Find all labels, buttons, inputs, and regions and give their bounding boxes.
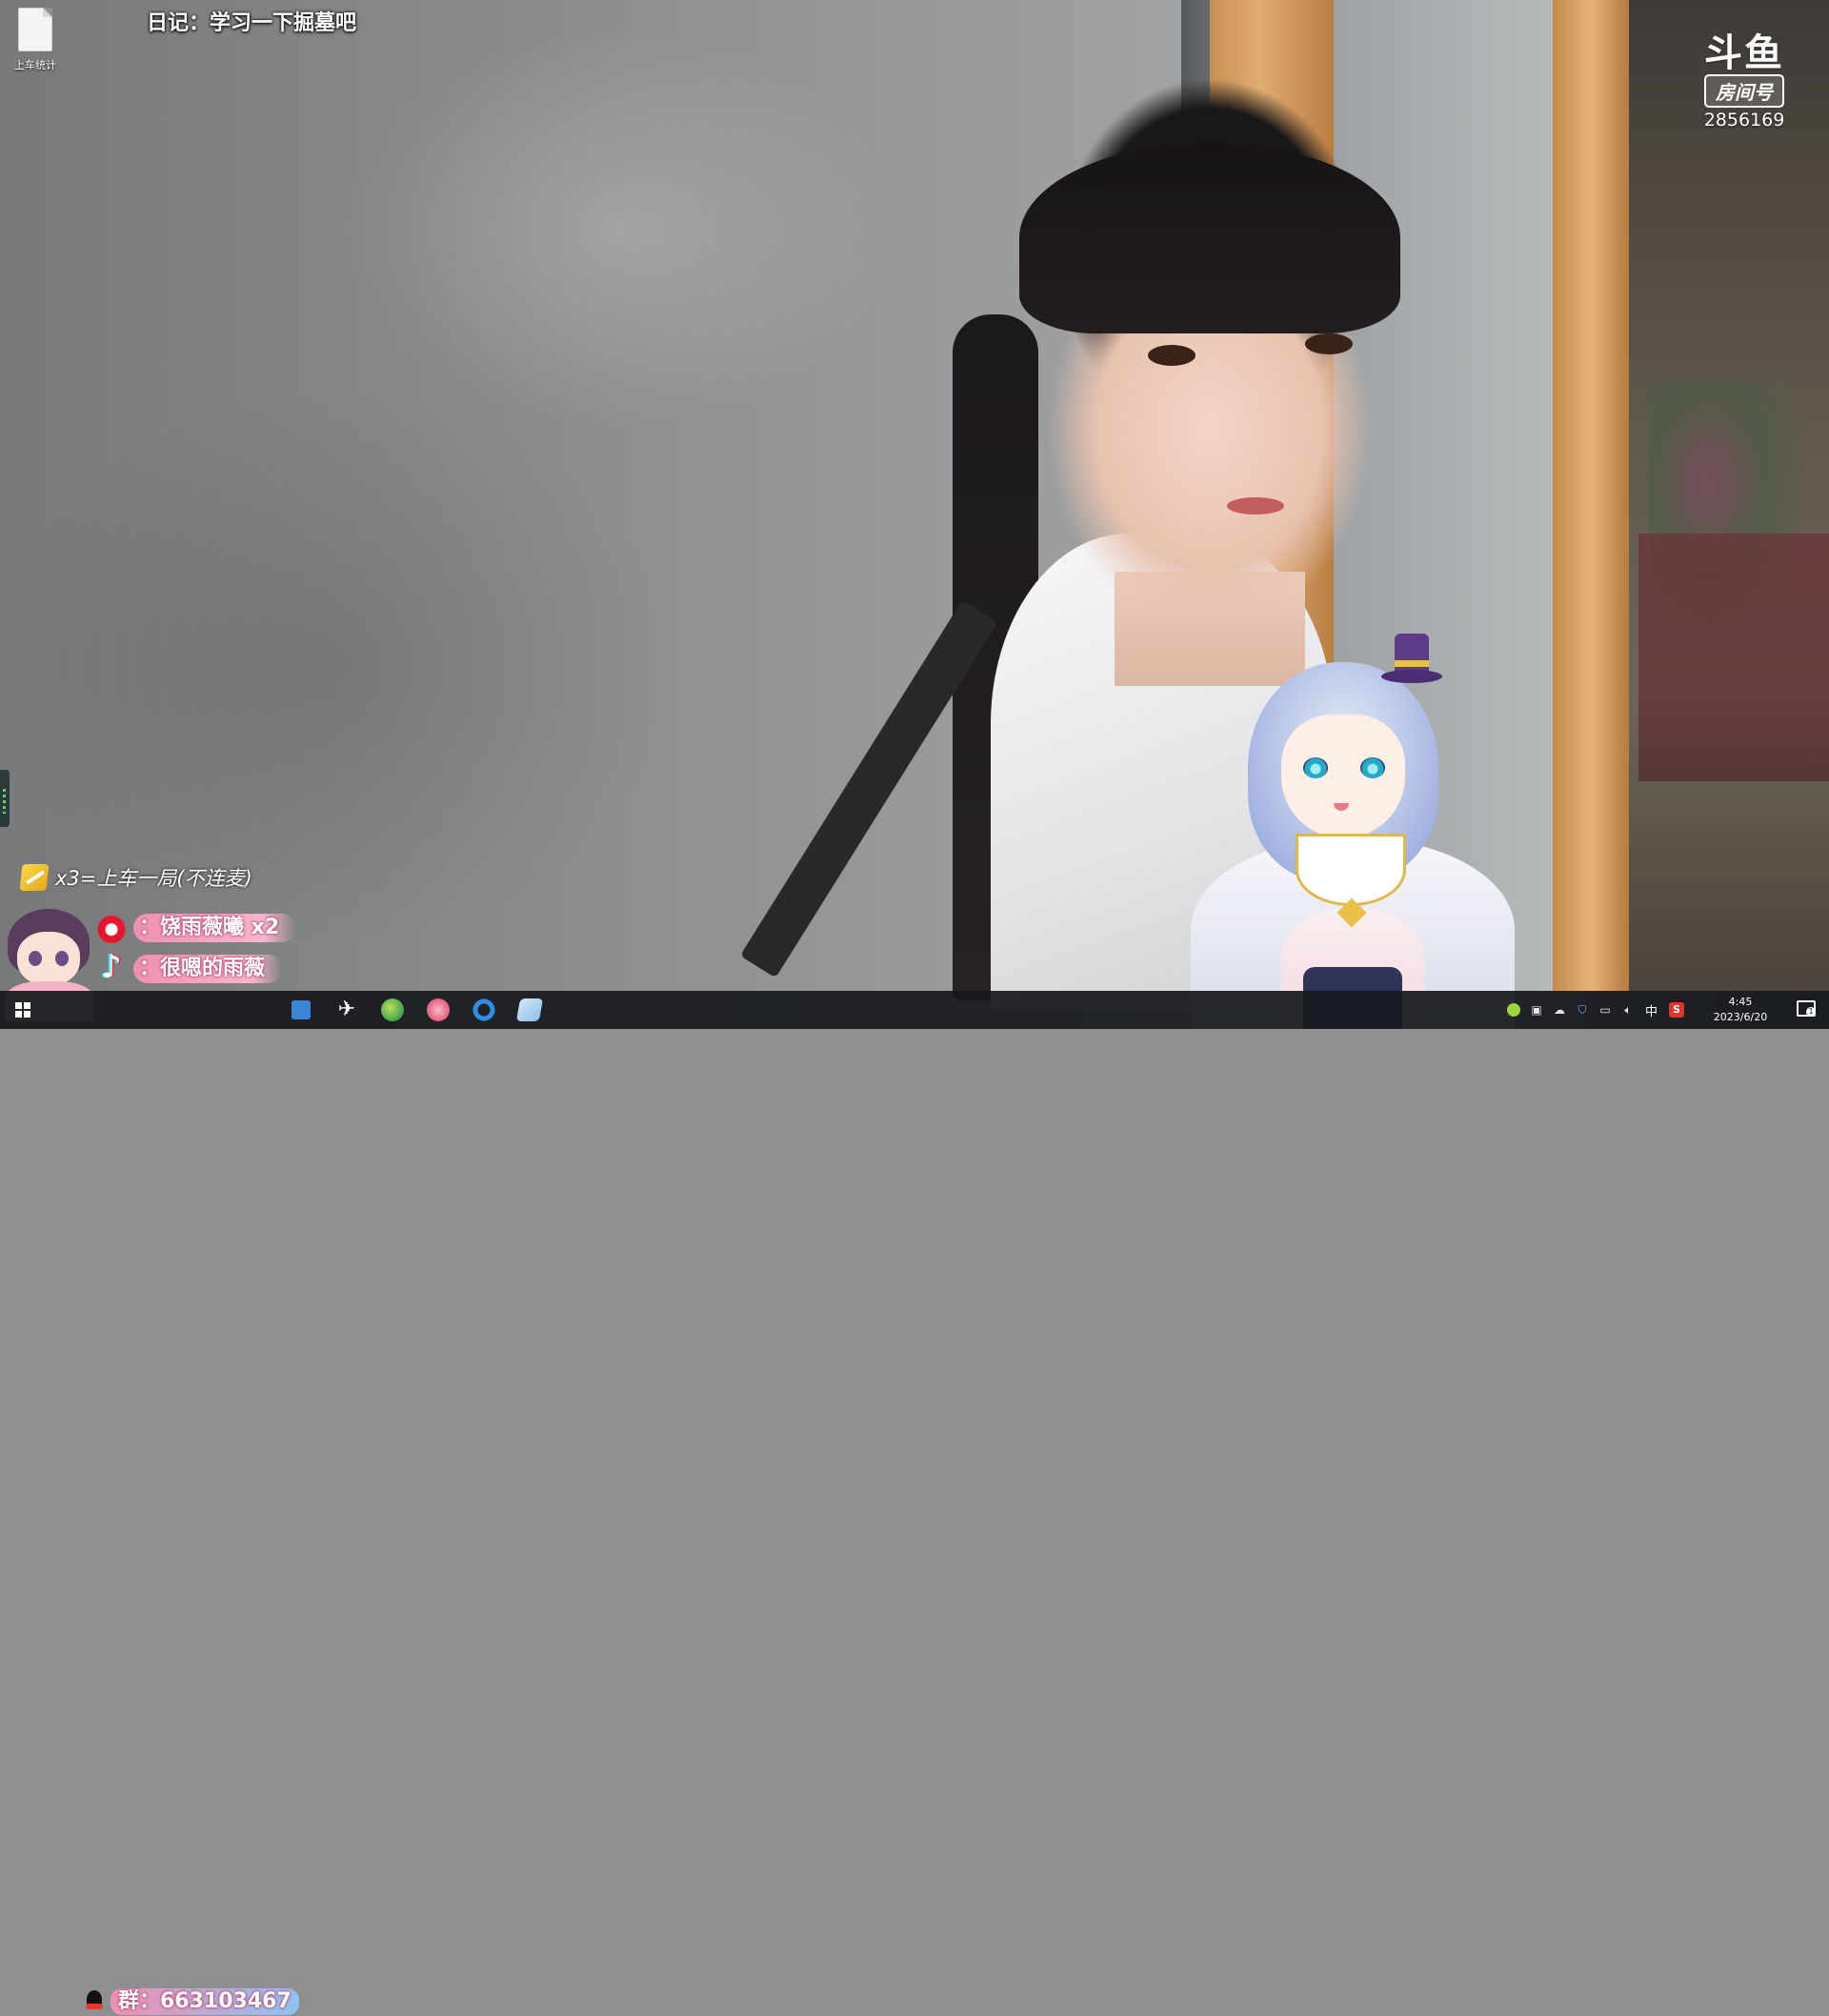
left-eye bbox=[1148, 345, 1196, 366]
desktop-icon-label: 上车统计 bbox=[14, 59, 56, 71]
weibo-icon bbox=[95, 913, 128, 943]
edge-volume-widget[interactable] bbox=[0, 770, 10, 827]
input-method-indicator[interactable]: 中 bbox=[1645, 1001, 1658, 1019]
taskbar-app-notes[interactable] bbox=[507, 991, 553, 1029]
action-center-button[interactable]: 1 bbox=[1797, 1000, 1818, 1019]
tiktok-handle: ：很嗯的雨薇 bbox=[133, 955, 283, 983]
weibo-handle: ：饶雨薇曦 x2 bbox=[133, 914, 297, 942]
notification-icon: 1 bbox=[1797, 1000, 1816, 1017]
douyu-watermark: 斗鱼 房间号 2856169 bbox=[1692, 32, 1797, 131]
rule-text: x3=上车一局(不连麦) bbox=[55, 867, 252, 890]
volume-icon[interactable]: 🔈︎ bbox=[1620, 1002, 1636, 1018]
text-file-icon bbox=[18, 8, 52, 51]
onedrive-icon[interactable]: ☁ bbox=[1552, 1002, 1567, 1018]
douyu-logo: 斗鱼 bbox=[1704, 31, 1784, 75]
notification-count: 1 bbox=[1806, 1007, 1816, 1017]
social-weibo: ：饶雨薇曦 x2 bbox=[95, 913, 297, 943]
wooden-door-frame-right bbox=[1553, 0, 1629, 991]
lips bbox=[1227, 497, 1284, 514]
tray-device-icon[interactable]: ▣ bbox=[1529, 1002, 1544, 1018]
taskbar-app-globe[interactable] bbox=[370, 991, 415, 1029]
clock-time: 4:45 bbox=[1728, 996, 1753, 1008]
browser-icon bbox=[472, 998, 495, 1021]
feishu-icon bbox=[335, 998, 358, 1021]
qq-group-number: 群：663103467 bbox=[111, 1988, 299, 2015]
globe-browser-icon bbox=[381, 998, 404, 1021]
stream-title: 日记：学习一下掘墓吧 bbox=[147, 11, 357, 35]
qq-group-line: 群：663103467 bbox=[82, 1987, 299, 2016]
windows-logo-icon bbox=[15, 1002, 30, 1018]
social-tiktok: ：很嗯的雨薇 bbox=[95, 948, 283, 986]
network-icon[interactable]: ▭ bbox=[1598, 1002, 1613, 1018]
sogou-ime-icon[interactable]: S bbox=[1669, 1002, 1684, 1018]
clock-date: 2023/6/20 bbox=[1713, 1011, 1768, 1023]
taskbar-app-browser[interactable] bbox=[461, 991, 507, 1029]
security-shield-icon[interactable]: ⛉ bbox=[1575, 1002, 1590, 1018]
qq-penguin-icon bbox=[82, 1988, 107, 2015]
top-hat-icon bbox=[1381, 634, 1442, 691]
character-right-eye bbox=[1360, 757, 1385, 778]
character-face bbox=[1281, 715, 1405, 838]
tiktok-icon bbox=[95, 948, 128, 986]
notes-icon bbox=[515, 998, 544, 1021]
taskbar-app-feishu[interactable] bbox=[324, 991, 370, 1029]
bilibili-icon bbox=[427, 998, 450, 1021]
room-id: 2856169 bbox=[1703, 110, 1785, 131]
tray-app-icon[interactable] bbox=[1506, 1002, 1521, 1018]
music-app-icon[interactable] bbox=[291, 1000, 311, 1019]
taskbar-clock[interactable]: 4:45 2023/6/20 bbox=[1703, 995, 1778, 1025]
ticket-icon bbox=[19, 864, 50, 891]
taskbar-apps bbox=[324, 991, 553, 1029]
start-button[interactable] bbox=[0, 991, 46, 1029]
background-shelf bbox=[1638, 534, 1829, 781]
taskbar-app-bilibili[interactable] bbox=[415, 991, 461, 1029]
vtuber-character bbox=[1191, 634, 1515, 1029]
taskbar: ▣ ☁ ⛉ ▭ 🔈︎ 中 S 4:45 2023/6/20 群：66310346… bbox=[0, 991, 1829, 2015]
character-collar bbox=[1296, 834, 1406, 906]
right-eye bbox=[1305, 333, 1353, 354]
system-tray: ▣ ☁ ⛉ ▭ 🔈︎ 中 S 4:45 2023/6/20 bbox=[1502, 991, 1778, 1029]
room-label: 房间号 bbox=[1704, 74, 1784, 108]
hair-bangs bbox=[1019, 143, 1400, 333]
desktop-wallpaper bbox=[0, 0, 1829, 1029]
character-left-eye bbox=[1303, 757, 1328, 778]
rule-line: x3=上车一局(不连麦) bbox=[19, 863, 252, 892]
desktop-icon-file[interactable]: 上车统计 bbox=[8, 8, 63, 72]
